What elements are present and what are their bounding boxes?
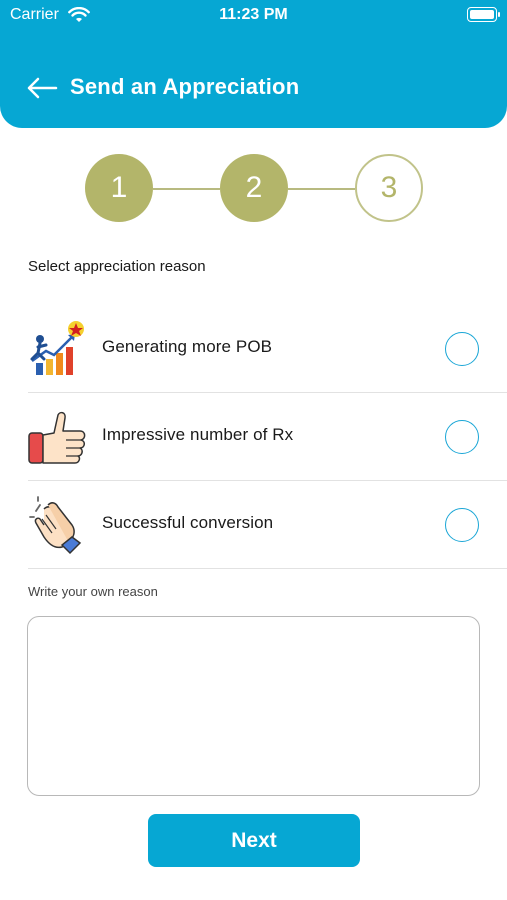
section-label: Select appreciation reason — [28, 258, 206, 275]
reason-label: Successful conversion — [102, 513, 274, 532]
thumbs-up-icon — [28, 411, 86, 464]
divider — [28, 568, 507, 569]
step-connector — [153, 188, 220, 190]
status-bar: Carrier 11:23 PM — [0, 0, 507, 30]
progress-stepper: 1 2 3 — [0, 154, 507, 224]
reason-radio[interactable] — [445, 332, 479, 366]
reason-item-pob[interactable]: Generating more POB — [0, 305, 507, 393]
reason-item-conversion[interactable]: Successful conversion — [0, 481, 507, 569]
reason-radio[interactable] — [445, 508, 479, 542]
step-connector — [288, 188, 355, 190]
reason-radio[interactable] — [445, 420, 479, 454]
arrow-left-icon[interactable] — [26, 76, 58, 100]
next-button[interactable]: Next — [148, 814, 360, 867]
clapping-hands-icon — [29, 496, 82, 555]
page-title: Send an Appreciation — [70, 74, 300, 99]
reason-item-rx[interactable]: Impressive number of Rx — [0, 393, 507, 481]
clock-time: 11:23 PM — [219, 6, 288, 23]
step-3: 3 — [355, 154, 423, 222]
step-2: 2 — [220, 154, 288, 222]
reason-label: Generating more POB — [102, 337, 273, 356]
step-1: 1 — [85, 154, 153, 222]
own-reason-label: Write your own reason — [28, 584, 158, 599]
reason-label: Impressive number of Rx — [102, 425, 294, 444]
battery-icon — [467, 7, 500, 22]
growth-chart-icon — [30, 321, 84, 375]
own-reason-textarea[interactable] — [27, 616, 480, 796]
header-bar: Carrier 11:23 PM Send an Appreciation — [0, 0, 507, 128]
